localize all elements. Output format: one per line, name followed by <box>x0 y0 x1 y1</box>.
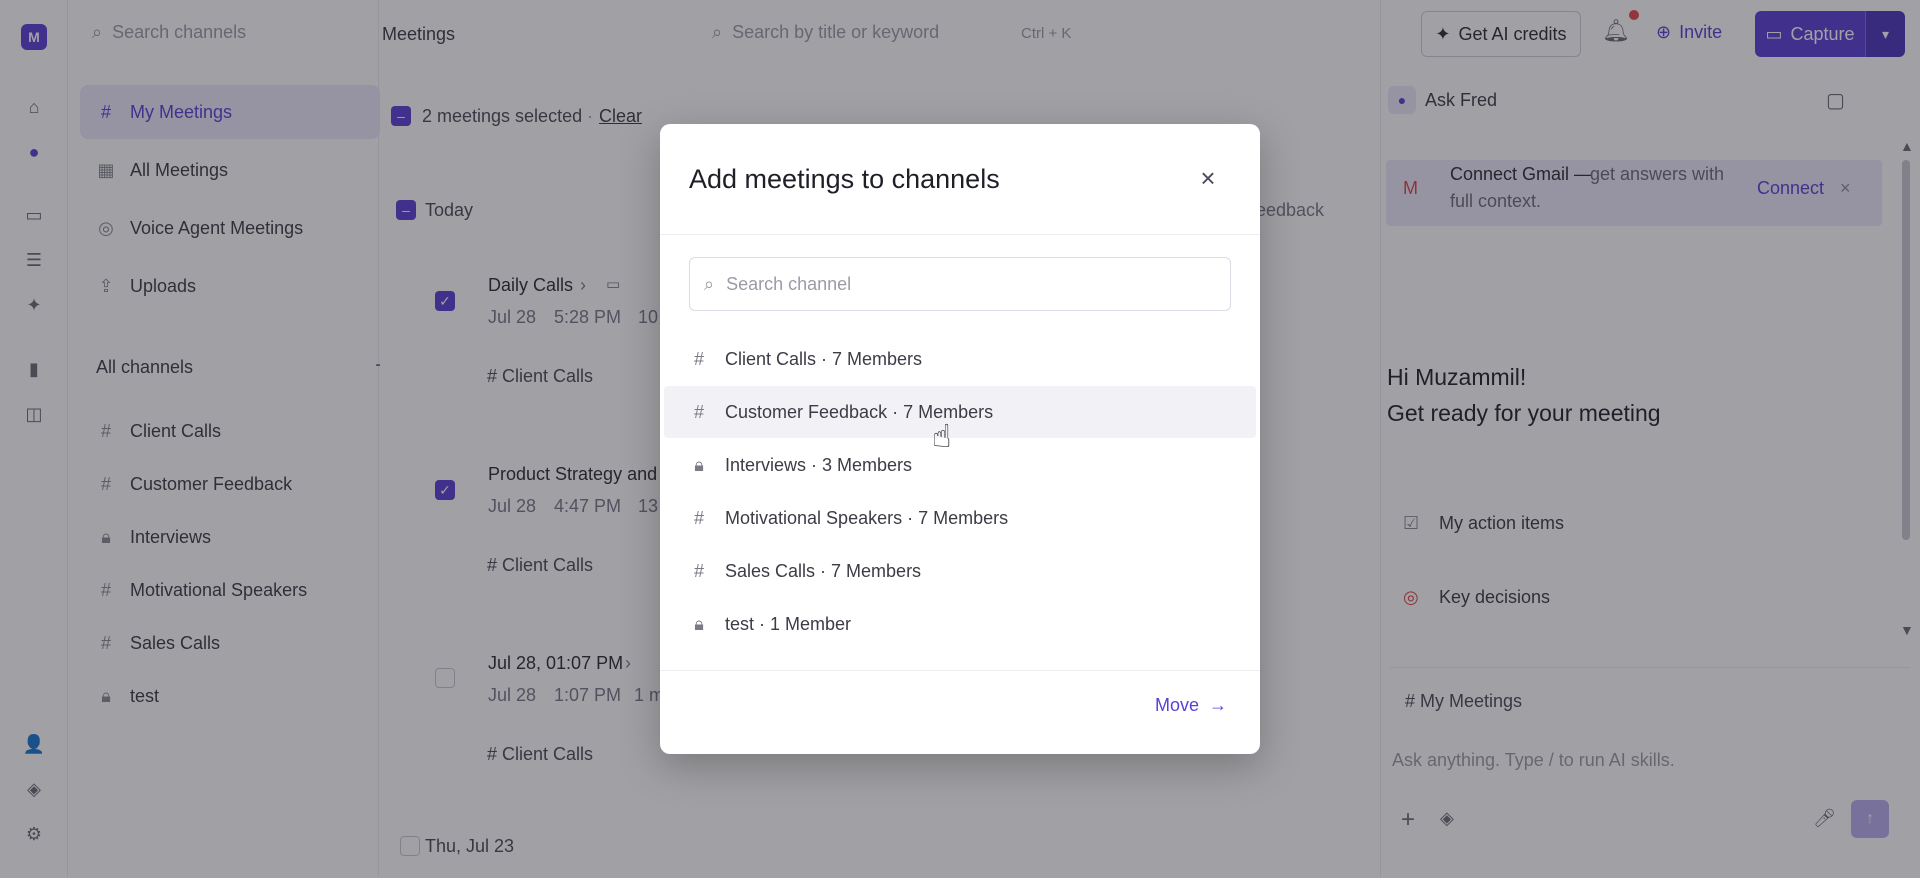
channel-option-label: Sales Calls · 7 Members <box>725 560 922 581</box>
add-to-channels-modal: Add meetings to channels × ⌕ Search chan… <box>660 124 1260 754</box>
channel-option[interactable]: # Sales Calls · 7 Members <box>660 545 1260 597</box>
channel-search-placeholder: Search channel <box>726 273 852 294</box>
channel-option[interactable]: # Motivational Speakers · 7 Members <box>660 492 1260 544</box>
channel-option-label: Motivational Speakers · 7 Members <box>725 507 1009 528</box>
move-label: Move <box>1155 695 1200 715</box>
channel-option[interactable]: # Customer Feedback · 7 Members <box>664 386 1256 438</box>
channel-option-label: Client Calls · 7 Members <box>725 348 923 369</box>
channel-option-label: Interviews · 3 Members <box>725 454 913 475</box>
hash-icon: # <box>693 401 704 422</box>
lock-icon: 🔒︎ <box>694 454 704 475</box>
move-button[interactable]: Move → <box>1155 695 1227 716</box>
channel-option[interactable]: 🔒︎ test · 1 Member <box>660 598 1260 650</box>
hash-icon: # <box>693 348 704 369</box>
channel-option-label: Customer Feedback · 7 Members <box>725 401 994 422</box>
channel-option-label: test · 1 Member <box>725 613 852 634</box>
channel-search-input[interactable]: ⌕ Search channel <box>689 257 1231 311</box>
arrow-right-icon: → <box>1209 695 1228 715</box>
modal-title: Add meetings to channels <box>689 164 1000 194</box>
modal-divider <box>660 234 1260 235</box>
channel-option[interactable]: 🔒︎ Interviews · 3 Members <box>660 439 1260 491</box>
hash-icon: # <box>693 507 704 528</box>
search-icon: ⌕ <box>704 273 715 294</box>
close-icon[interactable]: × <box>1190 160 1226 196</box>
hash-icon: # <box>693 560 704 581</box>
hand-cursor-icon: ☝ <box>932 418 952 454</box>
modal-footer-divider <box>660 670 1260 671</box>
lock-icon: 🔒︎ <box>694 613 704 634</box>
channel-option[interactable]: # Client Calls · 7 Members <box>660 333 1260 385</box>
